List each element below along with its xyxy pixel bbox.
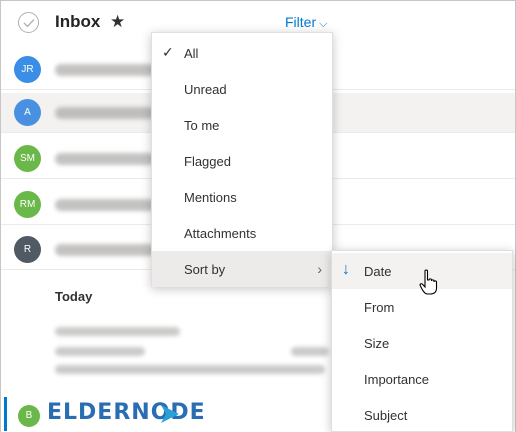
filter-option-mentions[interactable]: Mentions <box>152 179 332 215</box>
avatar: R <box>14 236 41 263</box>
message-sender-blurred <box>55 199 155 211</box>
message-sender-blurred <box>55 107 155 119</box>
unread-indicator <box>4 397 7 431</box>
sender-blurred <box>55 327 180 336</box>
message-sender-blurred <box>55 153 155 165</box>
filter-option-label: To me <box>184 118 220 133</box>
filter-option-flagged[interactable]: Flagged <box>152 143 332 179</box>
arrow-down-icon: ↓ <box>342 261 350 278</box>
check-icon <box>23 19 35 28</box>
subject-blurred <box>55 347 145 356</box>
filter-dropdown-menu: ✓ All Unread To me Flagged Mentions Atta… <box>151 32 333 287</box>
chevron-right-icon: › <box>317 261 322 277</box>
checkmark-icon: ✓ <box>162 44 174 60</box>
hand-cursor-icon <box>419 269 438 295</box>
filter-option-attachments[interactable]: Attachments <box>152 215 332 251</box>
time-blurred <box>291 347 329 356</box>
select-all-checkbox[interactable] <box>18 12 39 33</box>
filter-option-label: Flagged <box>184 154 231 169</box>
filter-option-label: Sort by <box>184 262 226 277</box>
filter-option-label: All <box>184 46 199 61</box>
message-sender-blurred <box>55 244 155 256</box>
avatar: A <box>14 99 41 126</box>
preview-blurred <box>55 365 325 374</box>
filter-option-label: Unread <box>184 82 227 97</box>
star-icon[interactable]: ★ <box>110 12 125 32</box>
filter-button[interactable]: Filter ⌵ <box>285 14 327 31</box>
filter-option-unread[interactable]: Unread <box>152 71 332 107</box>
folder-title: Inbox <box>55 12 101 31</box>
filter-option-label: Attachments <box>184 226 257 241</box>
sort-option-label: Importance <box>364 372 430 387</box>
filter-option-all[interactable]: ✓ All <box>152 35 332 71</box>
section-header-today: Today <box>55 289 93 304</box>
watermark-arrow-icon <box>161 405 179 423</box>
filter-label: Filter <box>285 14 317 30</box>
sort-option-importance[interactable]: Importance <box>332 361 512 397</box>
sort-option-label: Date <box>364 264 392 279</box>
watermark-logo: ELDERNODE <box>47 400 206 425</box>
filter-option-sort-by[interactable]: Sort by › <box>152 251 332 287</box>
sort-option-subject[interactable]: Subject <box>332 397 512 432</box>
chevron-down-icon: ⌵ <box>319 18 328 30</box>
filter-option-label: Mentions <box>184 190 237 205</box>
avatar: SM <box>14 145 41 172</box>
filter-option-to-me[interactable]: To me <box>152 107 332 143</box>
sort-option-size[interactable]: Size <box>332 325 512 361</box>
sort-option-label: Size <box>364 336 390 351</box>
message-sender-blurred <box>55 64 155 76</box>
sort-option-label: Subject <box>364 408 408 423</box>
avatar: B <box>18 405 40 427</box>
sort-option-label: From <box>364 300 395 315</box>
avatar: RM <box>14 191 41 218</box>
avatar: JR <box>14 56 41 83</box>
